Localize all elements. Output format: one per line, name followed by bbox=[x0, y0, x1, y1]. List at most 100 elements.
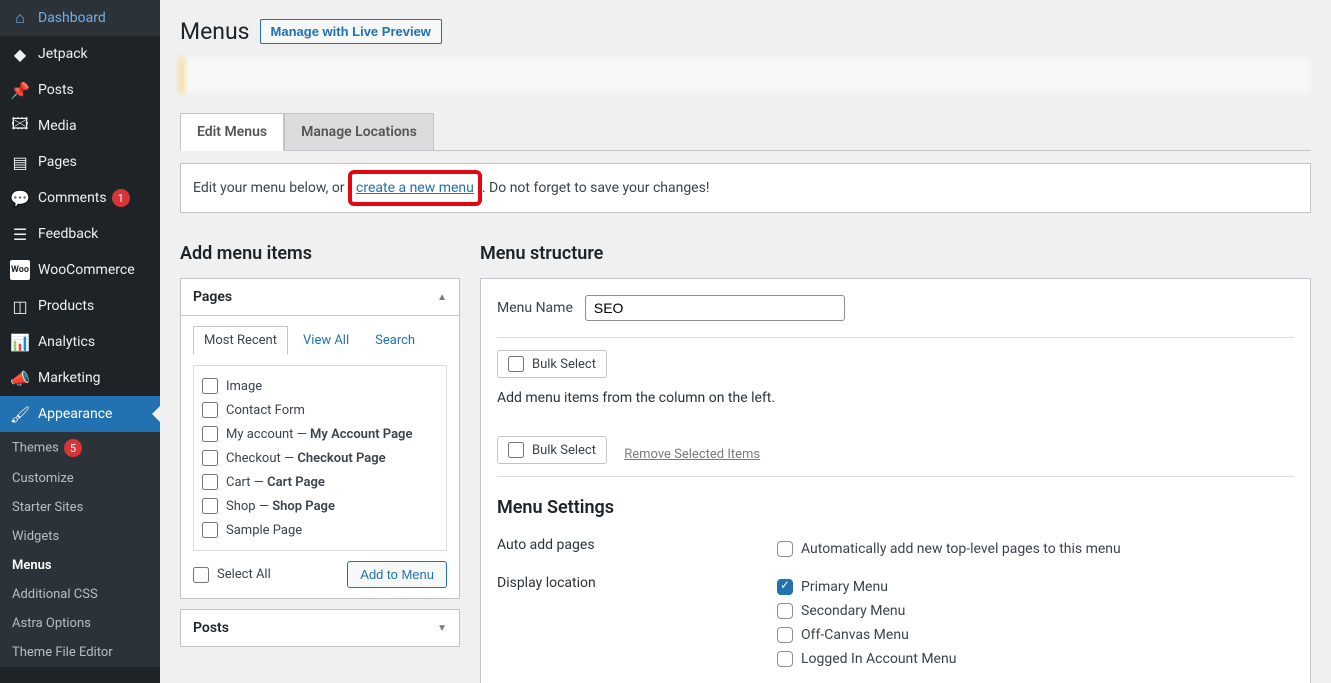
location-logged-in[interactable]: Logged In Account Menu bbox=[777, 647, 1294, 671]
feedback-icon: ☰ bbox=[10, 224, 30, 244]
submenu-starter-sites[interactable]: Starter Sites bbox=[0, 493, 160, 522]
page-item[interactable]: Cart — Cart Page bbox=[202, 470, 438, 494]
sidebar-item-posts[interactable]: 📌Posts bbox=[0, 72, 160, 108]
add-menu-items-column: Add menu items Pages▲ Most Recent View A… bbox=[180, 243, 460, 683]
page-item[interactable]: Checkout — Checkout Page bbox=[202, 446, 438, 470]
location-checkbox[interactable] bbox=[777, 579, 793, 595]
page-label: Contact Form bbox=[226, 403, 305, 418]
submenu-themes[interactable]: Themes 5 bbox=[0, 432, 160, 464]
location-checkbox[interactable] bbox=[777, 603, 793, 619]
sidebar-item-comments[interactable]: 💬Comments1 bbox=[0, 180, 160, 216]
hint-prefix: Edit your menu below, or bbox=[193, 180, 348, 196]
sidebar-item-appearance[interactable]: 🖌Appearance bbox=[0, 396, 160, 432]
location-checkbox[interactable] bbox=[777, 651, 793, 667]
accordion-title: Pages bbox=[193, 289, 232, 305]
page-label: Checkout bbox=[226, 451, 281, 466]
admin-notice bbox=[180, 57, 1311, 93]
sub-tab-search[interactable]: Search bbox=[364, 326, 426, 355]
menu-structure-title: Menu structure bbox=[480, 243, 1311, 264]
page-checkbox[interactable] bbox=[202, 498, 218, 514]
sidebar-label: Dashboard bbox=[38, 10, 106, 26]
location-primary[interactable]: Primary Menu bbox=[777, 575, 1294, 599]
page-item[interactable]: My account — My Account Page bbox=[202, 422, 438, 446]
submenu-additional-css[interactable]: Additional CSS bbox=[0, 580, 160, 609]
submenu-theme-file-editor[interactable]: Theme File Editor bbox=[0, 638, 160, 667]
remove-selected-link[interactable]: Remove Selected Items bbox=[624, 447, 760, 462]
admin-sidebar: ⌂Dashboard ◆Jetpack 📌Posts 🖾Media ▤Pages… bbox=[0, 0, 160, 683]
brush-icon: 🖌 bbox=[10, 404, 30, 424]
page-item[interactable]: Contact Form bbox=[202, 398, 438, 422]
submenu-customize[interactable]: Customize bbox=[0, 464, 160, 493]
manage-live-preview-button[interactable]: Manage with Live Preview bbox=[260, 19, 442, 44]
auto-add-option[interactable]: Automatically add new top-level pages to… bbox=[777, 537, 1294, 561]
main-content: Menus Manage with Live Preview Edit Menu… bbox=[160, 0, 1331, 683]
select-all[interactable]: Select All bbox=[193, 567, 271, 583]
menu-name-label: Menu Name bbox=[497, 300, 573, 316]
select-all-label: Select All bbox=[217, 567, 271, 582]
sidebar-item-marketing[interactable]: 📣Marketing bbox=[0, 360, 160, 396]
sub-tab-most-recent[interactable]: Most Recent bbox=[193, 326, 288, 355]
pages-accordion-header[interactable]: Pages▲ bbox=[181, 279, 459, 316]
page-checkbox[interactable] bbox=[202, 522, 218, 538]
create-new-menu-link[interactable]: create a new menu bbox=[356, 180, 474, 196]
bulk-select-checkbox[interactable] bbox=[508, 442, 524, 458]
bulk-select-checkbox[interactable] bbox=[508, 356, 524, 372]
auto-add-label: Auto add pages bbox=[497, 537, 777, 561]
submenu-astra-options[interactable]: Astra Options bbox=[0, 609, 160, 638]
location-offcanvas[interactable]: Off-Canvas Menu bbox=[777, 623, 1294, 647]
sidebar-item-feedback[interactable]: ☰ Feedback bbox=[0, 216, 160, 252]
sidebar-label: Analytics bbox=[38, 334, 95, 350]
page-checkbox[interactable] bbox=[202, 378, 218, 394]
sidebar-item-products[interactable]: ◫Products bbox=[0, 288, 160, 324]
tab-manage-locations[interactable]: Manage Locations bbox=[284, 113, 434, 150]
themes-badge: 5 bbox=[64, 439, 82, 457]
submenu-menus[interactable]: Menus bbox=[0, 551, 160, 580]
page-item[interactable]: Sample Page bbox=[202, 518, 438, 542]
submenu-widgets[interactable]: Widgets bbox=[0, 522, 160, 551]
sidebar-label: Pages bbox=[38, 154, 77, 170]
auto-add-checkbox[interactable] bbox=[777, 541, 793, 557]
posts-accordion-header[interactable]: Posts▼ bbox=[181, 610, 459, 646]
sidebar-label: Media bbox=[38, 118, 77, 134]
hint-box: Edit your menu below, or create a new me… bbox=[180, 163, 1311, 213]
pages-sub-tabs: Most Recent View All Search bbox=[193, 326, 447, 355]
sidebar-item-media[interactable]: 🖾Media bbox=[0, 108, 160, 144]
option-label: Automatically add new top-level pages to… bbox=[801, 541, 1121, 557]
location-secondary[interactable]: Secondary Menu bbox=[777, 599, 1294, 623]
option-label: Logged In Account Menu bbox=[801, 651, 956, 667]
page-checkbox[interactable] bbox=[202, 474, 218, 490]
sidebar-item-dashboard[interactable]: ⌂Dashboard bbox=[0, 0, 160, 36]
page-label: My account bbox=[226, 427, 293, 442]
sidebar-item-jetpack[interactable]: ◆Jetpack bbox=[0, 36, 160, 72]
menu-structure-column: Menu structure Menu Name Bulk Select Add… bbox=[480, 243, 1311, 683]
page-strong: Shop Page bbox=[272, 499, 335, 514]
divider bbox=[497, 476, 1294, 477]
page-item[interactable]: Image bbox=[202, 374, 438, 398]
sidebar-item-analytics[interactable]: 📊Analytics bbox=[0, 324, 160, 360]
page-label: Sample Page bbox=[226, 523, 302, 538]
nav-tabs: Edit Menus Manage Locations bbox=[180, 113, 1311, 151]
add-to-menu-button[interactable]: Add to Menu bbox=[347, 561, 447, 588]
page-item[interactable]: Shop — Shop Page bbox=[202, 494, 438, 518]
sidebar-label: Comments bbox=[38, 190, 107, 206]
page-checkbox[interactable] bbox=[202, 402, 218, 418]
location-checkbox[interactable] bbox=[777, 627, 793, 643]
page-checkbox[interactable] bbox=[202, 450, 218, 466]
sidebar-item-pages[interactable]: ▤Pages bbox=[0, 144, 160, 180]
appearance-submenu: Themes5 Customize Starter Sites Widgets … bbox=[0, 432, 160, 667]
empty-menu-text: Add menu items from the column on the le… bbox=[497, 390, 1294, 406]
sidebar-item-woocommerce[interactable]: WooWooCommerce bbox=[0, 252, 160, 288]
submenu-label: Themes bbox=[12, 441, 59, 456]
page-checkbox[interactable] bbox=[202, 426, 218, 442]
select-all-checkbox[interactable] bbox=[193, 567, 209, 583]
display-location-label: Display location bbox=[497, 575, 777, 671]
menu-name-input[interactable] bbox=[585, 295, 845, 321]
bulk-select-bottom[interactable]: Bulk Select bbox=[497, 436, 607, 464]
tab-edit-menus[interactable]: Edit Menus bbox=[180, 113, 284, 151]
option-label: Off-Canvas Menu bbox=[801, 627, 909, 643]
bulk-select-top[interactable]: Bulk Select bbox=[497, 350, 607, 378]
jetpack-icon: ◆ bbox=[10, 44, 30, 64]
sidebar-label: Feedback bbox=[38, 226, 98, 242]
chevron-down-icon: ▼ bbox=[437, 623, 447, 634]
sub-tab-view-all[interactable]: View All bbox=[292, 326, 360, 355]
